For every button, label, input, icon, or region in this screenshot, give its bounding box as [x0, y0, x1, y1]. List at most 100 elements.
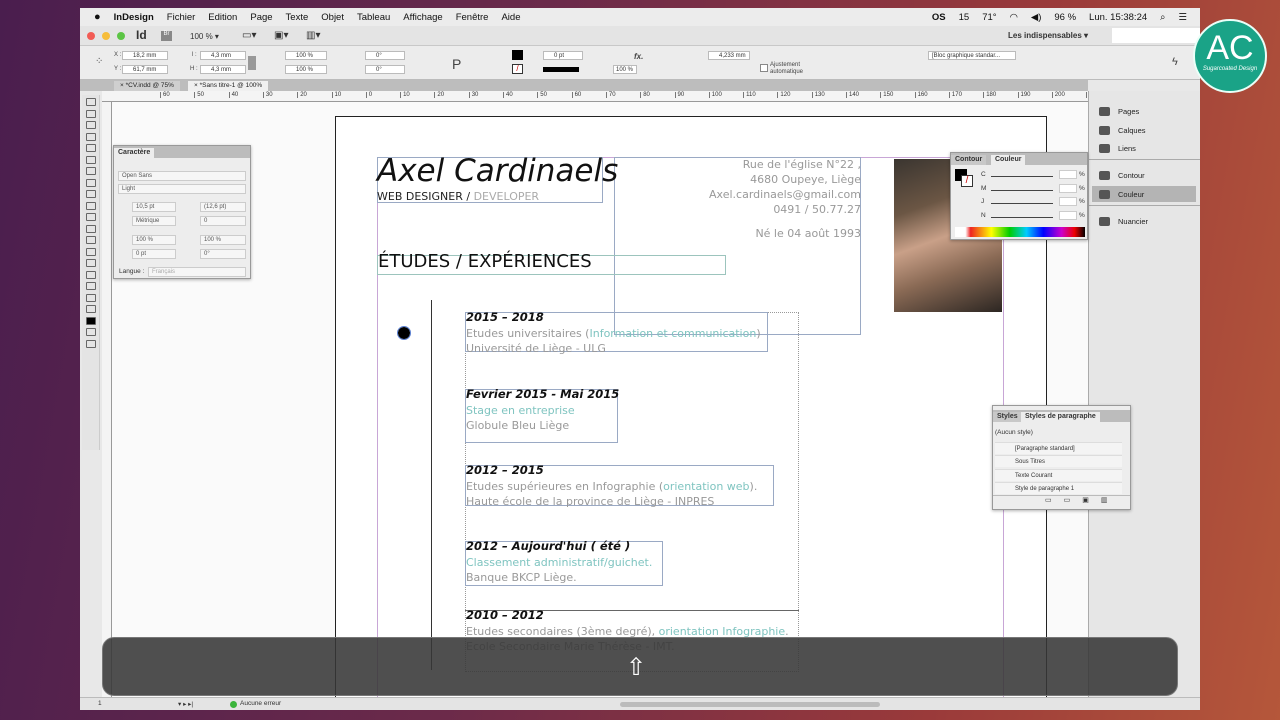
scale-x-field[interactable]: 100 %: [285, 51, 327, 60]
cv-name[interactable]: Axel Cardinaels: [377, 153, 618, 189]
minimize-window-button[interactable]: [102, 32, 110, 40]
page-nav-icon[interactable]: ▾ ▸ ▸|: [178, 700, 193, 708]
height-field[interactable]: 4,3 mm: [200, 65, 246, 74]
color-spectrum-ramp[interactable]: [955, 227, 1085, 237]
reference-point-icon[interactable]: ⁘: [95, 56, 103, 67]
scale-y-field[interactable]: 100 %: [285, 65, 327, 74]
preflight-status[interactable]: Aucune erreur: [240, 700, 281, 707]
temperature-status[interactable]: 71°: [982, 12, 996, 23]
channel-value-field[interactable]: [1059, 170, 1077, 179]
search-icon[interactable]: ⌕: [1160, 12, 1165, 23]
zoom-window-button[interactable]: [117, 32, 125, 40]
battery-status[interactable]: 96 %: [1054, 12, 1076, 23]
menu-indesign[interactable]: InDesign: [114, 12, 154, 23]
language-select[interactable]: Français: [148, 267, 246, 277]
dock-calques[interactable]: Calques: [1099, 122, 1146, 138]
channel-slider[interactable]: [991, 203, 1053, 204]
rotation-field[interactable]: 0°: [365, 51, 405, 60]
timeline-entry[interactable]: 2012 – 2015 Etudes supérieures en Infogra…: [466, 463, 757, 510]
zoom-tool-icon[interactable]: [85, 305, 96, 313]
channel-value-field[interactable]: [1059, 210, 1077, 220]
paragraph-style-item[interactable]: Sous Titres: [995, 455, 1122, 468]
address-block[interactable]: Rue de l'église N°22 , 4680 Oupeye, Lièg…: [709, 157, 861, 241]
rectangle-frame-tool-icon[interactable]: [85, 201, 96, 210]
tab-cv[interactable]: × *CV.indd @ 75%: [114, 81, 180, 91]
timeline-entry[interactable]: 2012 – Aujourd'hui ( été ) Classement adm…: [466, 539, 652, 586]
x-field[interactable]: 18,2 mm: [122, 51, 168, 60]
timeline-entry[interactable]: Fevrier 2015 - Mai 2015 Stage en entrepri…: [466, 387, 619, 434]
horizontal-scrollbar[interactable]: [620, 702, 880, 707]
constrain-link-icon[interactable]: [248, 56, 256, 70]
cv-role-developer[interactable]: DEVELOPER: [474, 190, 540, 203]
effects-fx-icon[interactable]: fx.: [634, 52, 643, 61]
tab-couleur[interactable]: Couleur: [991, 155, 1026, 165]
object-style-select[interactable]: [Bloc graphique standar...: [928, 51, 1016, 60]
baseline-shift-field[interactable]: 0 pt: [132, 249, 176, 259]
horizontal-ruler[interactable]: 60 50 40 30 20 10 0 10 20 30 40 50 60 70 80 90 100 110 120…: [102, 91, 1099, 102]
menu-fichier[interactable]: Fichier: [167, 12, 196, 23]
free-transform-tool-icon[interactable]: [85, 247, 96, 256]
ellipse-tool-icon[interactable]: [85, 224, 96, 233]
channel-slider[interactable]: [991, 189, 1053, 191]
menu-objet[interactable]: Objet: [321, 12, 344, 23]
hand-tool-icon[interactable]: [85, 293, 96, 302]
menu-edition[interactable]: Edition: [208, 12, 237, 23]
screen-mode-icon[interactable]: ▣▾: [274, 30, 288, 41]
pasteboard[interactable]: Axel Cardinaels WEB DESIGNER / DEVELOPER…: [112, 102, 1088, 710]
eyedropper-tool-icon[interactable]: [85, 282, 96, 290]
panel-footer-buttons[interactable]: ▭▭▣▥: [1045, 496, 1119, 504]
tracking-field[interactable]: 0: [200, 216, 246, 226]
dock-contour[interactable]: Contour: [1099, 167, 1145, 183]
font-size-field[interactable]: 10,5 pt: [132, 202, 176, 212]
opacity-field[interactable]: 100 %: [613, 65, 637, 74]
video-control-overlay[interactable]: ⇧: [102, 637, 1178, 696]
channel-value-field[interactable]: [1059, 183, 1077, 193]
cv-role-web-designer[interactable]: WEB DESIGNER /: [377, 190, 474, 203]
offset-field[interactable]: 4,233 mm: [708, 51, 750, 60]
preview-mode-icon[interactable]: [85, 339, 96, 348]
notification-list-icon[interactable]: ☰: [1178, 12, 1187, 23]
help-search-input[interactable]: [1112, 28, 1200, 43]
leading-field[interactable]: (12,6 pt): [200, 202, 246, 212]
horizontal-scale-field[interactable]: 100 %: [200, 235, 246, 245]
selected-bullet-shape[interactable]: [397, 326, 411, 340]
dock-nuancier[interactable]: Nuancier: [1099, 213, 1148, 229]
up-arrow-icon[interactable]: ⇧: [626, 656, 646, 680]
direct-selection-tool-icon[interactable]: [85, 109, 96, 118]
bridge-button[interactable]: Br: [161, 31, 172, 41]
pen-tool-icon[interactable]: [85, 178, 96, 187]
dock-liens[interactable]: Liens: [1099, 140, 1136, 156]
fill-stroke-icon[interactable]: [85, 316, 96, 325]
line-tool-icon[interactable]: [85, 167, 96, 175]
calendar-status[interactable]: 15: [959, 12, 970, 23]
menu-texte[interactable]: Texte: [286, 12, 309, 23]
channel-slider[interactable]: [991, 216, 1053, 218]
note-tool-icon[interactable]: [85, 270, 96, 279]
arrange-documents-icon[interactable]: ▥▾: [306, 30, 320, 41]
document-page[interactable]: Axel Cardinaels WEB DESIGNER / DEVELOPER…: [335, 116, 1047, 710]
tab-contour[interactable]: Contour: [951, 155, 987, 165]
gap-tool-icon[interactable]: [85, 132, 96, 141]
volume-icon[interactable]: ◀): [1031, 12, 1041, 23]
tab-sans-titre[interactable]: × *Sans titre-1 @ 100%: [188, 81, 269, 91]
type-tool-icon[interactable]: [85, 155, 96, 164]
wifi-icon[interactable]: ◠: [1010, 12, 1018, 23]
tab-styles[interactable]: Styles: [993, 412, 1022, 422]
view-options-icon[interactable]: ▭▾: [242, 30, 256, 41]
menu-tableau[interactable]: Tableau: [357, 12, 390, 23]
paragraph-style-item[interactable]: Style de paragraphe 1: [995, 481, 1122, 494]
font-family-select[interactable]: Open Sans: [118, 171, 246, 181]
tab-paragraph-styles[interactable]: Styles de paragraphe: [1021, 412, 1100, 422]
stroke-weight-field[interactable]: 0 pt: [543, 51, 583, 60]
width-field[interactable]: 4,3 mm: [200, 51, 246, 60]
timeline-entry[interactable]: 2015 – 2018 Etudes universitaires (Inform…: [466, 310, 761, 357]
autofit-checkbox[interactable]: [760, 64, 768, 72]
workspace-switcher[interactable]: Les indispensables ▾: [1008, 31, 1088, 40]
rectangle-tool-icon[interactable]: [85, 213, 96, 221]
selection-tool-icon[interactable]: [85, 98, 96, 106]
stroke-color-swatch[interactable]: /: [961, 175, 973, 187]
gradient-tool-icon[interactable]: [85, 259, 96, 267]
close-window-button[interactable]: [87, 32, 95, 40]
dock-couleur[interactable]: Couleur: [1092, 186, 1196, 202]
channel-value-field[interactable]: [1059, 197, 1077, 206]
